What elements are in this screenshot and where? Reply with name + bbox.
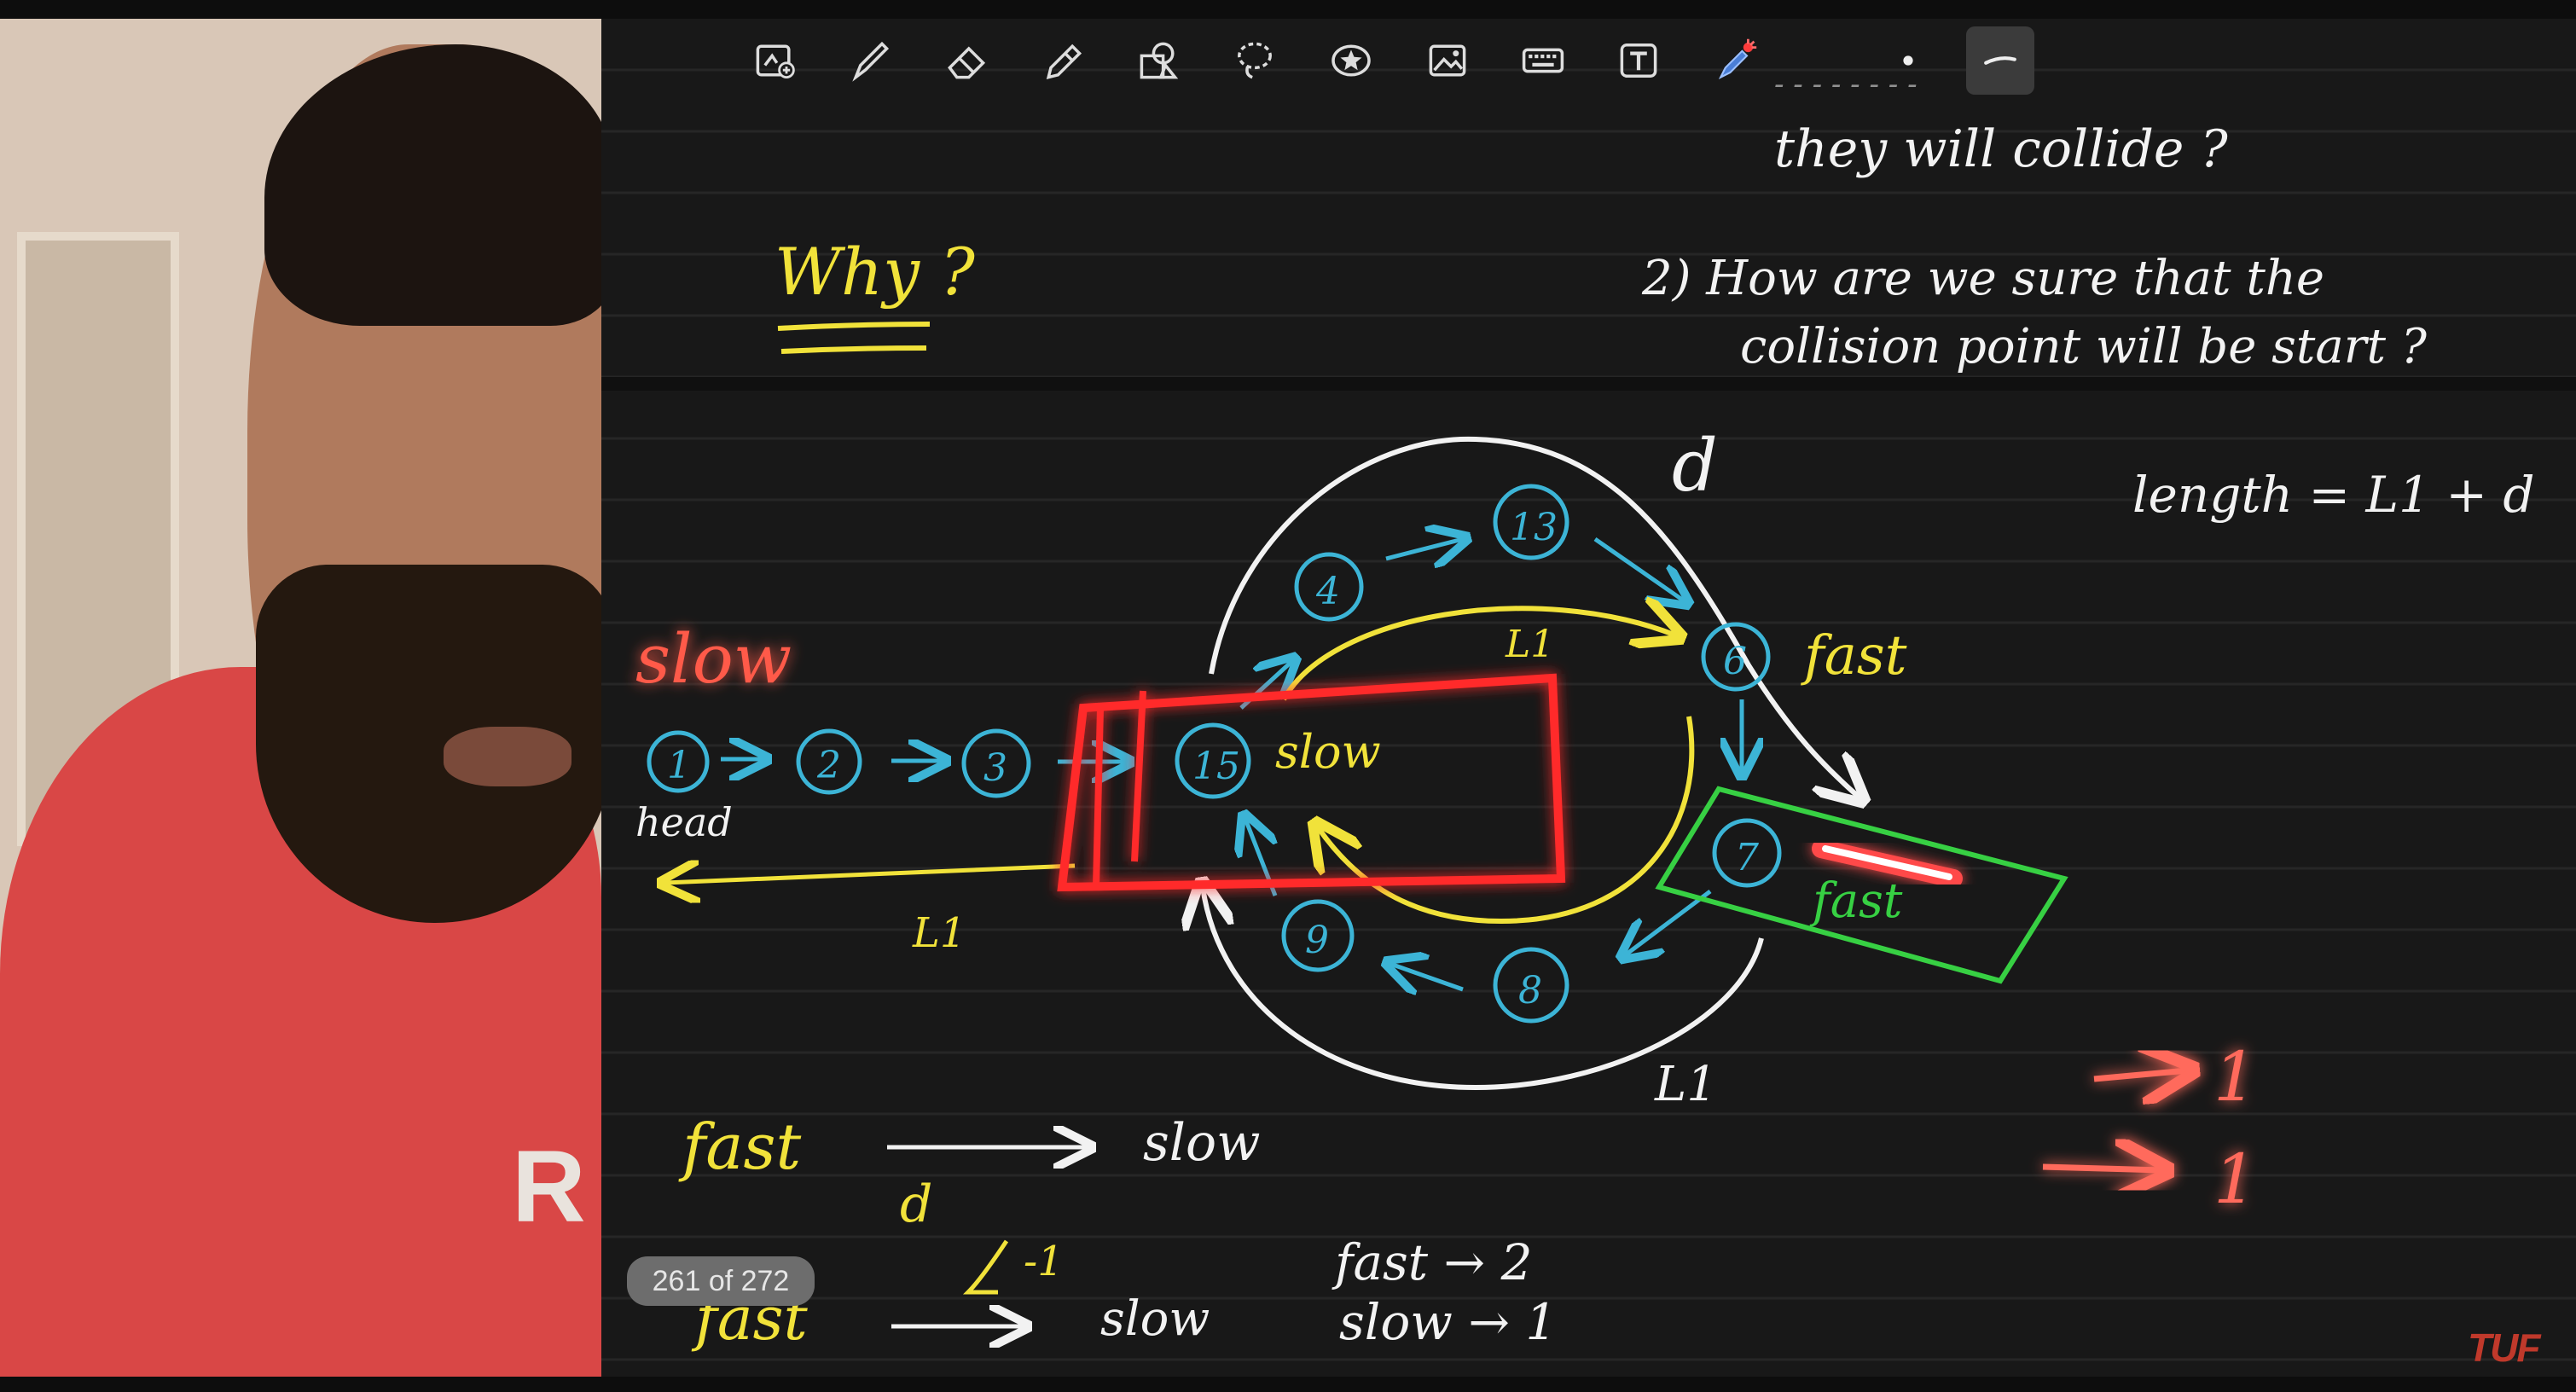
speed-slow: slow → 1 xyxy=(1339,1293,1557,1351)
question-2-line-2: collision point will be start ? xyxy=(1740,319,2428,374)
l1-ring-label: L1 xyxy=(1654,1057,1717,1112)
distance-d-label: d xyxy=(1672,424,1718,508)
red-arrow-value-1: 1 xyxy=(2213,1037,2257,1116)
node-3: 3 xyxy=(983,746,1007,790)
l1-bottom-label: L1 xyxy=(912,909,966,957)
slow-highlight-box xyxy=(1057,673,1566,892)
why-heading: Why ? xyxy=(775,234,976,310)
node-6: 6 xyxy=(1723,640,1747,683)
l1-distance-arrow xyxy=(665,866,1076,883)
page-counter-badge: 261 of 272 xyxy=(627,1256,815,1306)
eq1-fast: fast xyxy=(678,1111,801,1184)
node-8: 8 xyxy=(1518,969,1542,1012)
node-7: 7 xyxy=(1735,836,1759,879)
node-2: 2 xyxy=(816,744,841,787)
slow-title: slow xyxy=(635,619,792,699)
question-1-tail: they will collide ? xyxy=(1774,119,2229,179)
node-15: 15 xyxy=(1192,745,1240,788)
fast-box-label: fast xyxy=(1809,873,1903,929)
node-9: 9 xyxy=(1305,919,1329,962)
question-2-line-1: 2) How are we sure that the xyxy=(1641,251,2324,306)
node-1: 1 xyxy=(667,744,691,787)
eq1-distance: d xyxy=(900,1174,932,1234)
channel-watermark: TUF xyxy=(2468,1325,2540,1370)
slow-box-label: slow xyxy=(1275,725,1381,779)
speed-fast: fast → 2 xyxy=(1332,1233,1533,1291)
eq2-minus-one: -1 xyxy=(1024,1238,1064,1285)
l1-inner-label: L1 xyxy=(1505,623,1554,666)
red-arrow-markers xyxy=(2042,1070,2188,1170)
head-label: head xyxy=(635,799,733,845)
eq1-slow: slow xyxy=(1143,1113,1260,1173)
node-13: 13 xyxy=(1510,506,1558,549)
fast-pointer-label: fast xyxy=(1801,624,1907,687)
linked-list-head-nodes: 1 2 3 xyxy=(647,728,1126,798)
why-underline xyxy=(777,322,931,354)
cut-off-question-line: - - - - - - - - xyxy=(1774,67,1917,102)
red-arrow-value-2: 1 xyxy=(2213,1140,2257,1219)
length-equation: length = L1 + d xyxy=(2132,466,2535,524)
handwritten-notes: - - - - - - - - they will collide ? Why … xyxy=(635,67,2535,1354)
eq2-hook xyxy=(962,1239,1009,1295)
node-4: 4 xyxy=(1315,570,1340,613)
eq2-slow: slow xyxy=(1100,1291,1210,1347)
video-frame: R - - - - - - - - they will collide ? Wh… xyxy=(0,0,2576,1392)
bottom-letterbox xyxy=(0,1377,2576,1392)
